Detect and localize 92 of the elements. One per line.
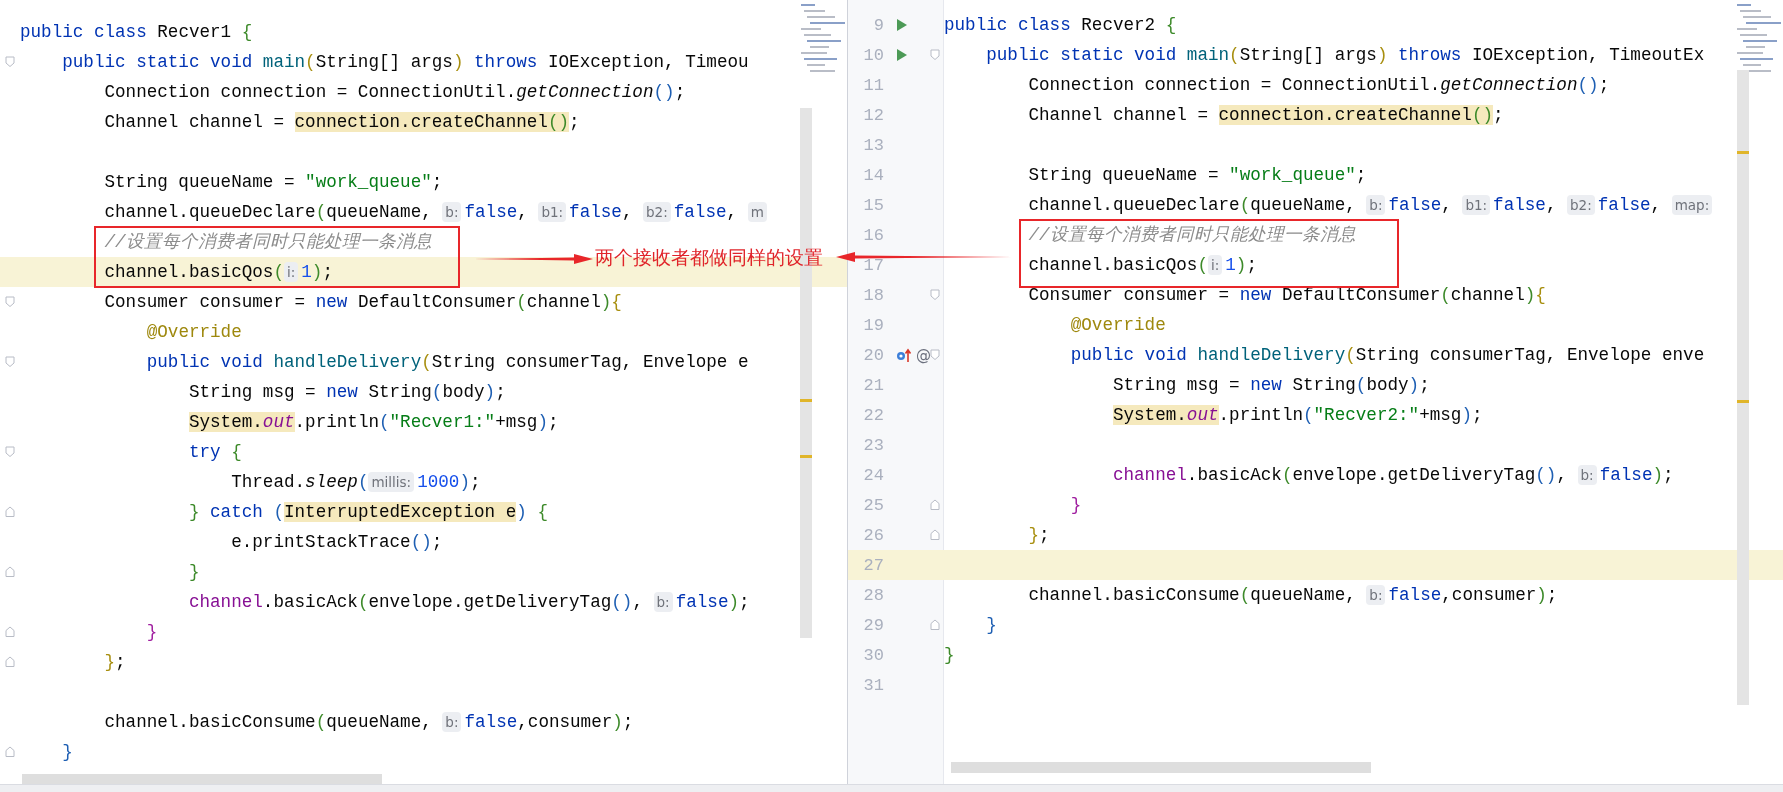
code-line: }; — [1027, 524, 1050, 547]
line-number: 25 — [862, 495, 884, 515]
scrollbar[interactable] — [1737, 70, 1749, 705]
code-line: channel.basicQos( i: 1); — [103, 261, 333, 284]
fold-icon[interactable] — [5, 746, 15, 758]
line-number: 23 — [862, 435, 884, 455]
line-number: 20 — [862, 345, 884, 365]
code-line: channel.basicQos( i: 1); — [1027, 254, 1257, 277]
fold-icon[interactable] — [930, 289, 940, 301]
fold-icon[interactable] — [930, 499, 940, 511]
fold-icon[interactable] — [5, 296, 15, 308]
code-line: }; — [103, 651, 126, 674]
line-number: 15 — [862, 195, 884, 215]
line-number: 31 — [862, 675, 884, 695]
code-line: channel.basicAck(envelope.getDeliveryTag(), b: false); — [1111, 464, 1674, 487]
code-line: Channel channel = connection.createChannel(); — [1027, 104, 1504, 127]
line-number: 21 — [862, 375, 884, 395]
code-line: public class Recver1 { — [20, 21, 253, 44]
fold-icon[interactable] — [930, 349, 940, 361]
code-line: } — [944, 644, 955, 667]
code-line: @Override — [145, 321, 242, 344]
code-line: } — [61, 741, 73, 764]
code-line: Consumer consumer = new DefaultConsumer(channel){ — [103, 291, 622, 314]
line-number: 27 — [862, 555, 884, 575]
run-icon[interactable] — [896, 18, 908, 32]
fold-icon[interactable] — [5, 56, 15, 68]
code-line: System.out.println("Recver2:"+msg); — [1111, 404, 1483, 427]
code-line: } — [1069, 494, 1082, 517]
run-icon[interactable] — [896, 48, 908, 62]
warning-stripe — [1737, 151, 1749, 154]
warning-stripe — [800, 399, 812, 402]
code-line: public static void main(String[] args) throws IOException, TimeoutEx — [985, 44, 1705, 67]
code-line: System.out.println("Recver1:"+msg); — [187, 411, 559, 434]
code-line: } — [187, 561, 200, 584]
code-line: Channel channel = connection.createChannel(); — [103, 111, 580, 134]
code-line: channel.basicConsume(queueName, b: false,consumer); — [103, 711, 634, 734]
code-line: channel.basicConsume(queueName, b: false,consumer); — [1027, 584, 1558, 607]
line-number: 11 — [862, 75, 884, 95]
line-number: 12 — [862, 105, 884, 125]
code-line: } — [985, 614, 997, 637]
override-icon[interactable] — [896, 347, 912, 363]
annotation-label: 两个接收者都做同样的设置 — [595, 245, 823, 270]
code-line: channel.basicAck(envelope.getDeliveryTag(), b: false); — [187, 591, 750, 614]
code-line: String queueName = "work_queue"; — [103, 171, 443, 194]
code-line: String msg = new String(body); — [1111, 374, 1430, 397]
fold-icon[interactable] — [5, 566, 15, 578]
code-line: try { — [187, 441, 242, 464]
code-line: channel.queueDeclare(queueName, b: false, b1: false, b2: false, map: — [944, 191, 1716, 219]
warning-stripe — [1737, 400, 1749, 403]
fold-icon[interactable] — [930, 529, 940, 541]
code-line: //设置每个消费者同时只能处理一条消息 — [103, 231, 432, 254]
code-line: String queueName = "work_queue"; — [1027, 164, 1367, 187]
fold-icon[interactable] — [5, 626, 15, 638]
line-number: 28 — [862, 585, 884, 605]
line-number: 22 — [862, 405, 884, 425]
line-number: 10 — [862, 45, 884, 65]
code-line: Connection connection = ConnectionUtil.getConnection(); — [1027, 74, 1610, 97]
line-number: 14 — [862, 165, 884, 185]
line-number: 29 — [862, 615, 884, 635]
warning-stripe — [800, 455, 812, 458]
code-line: public void handleDelivery(String consumerTag, Envelope e — [145, 351, 749, 374]
line-number: 18 — [862, 285, 884, 305]
code-line: Consumer consumer = new DefaultConsumer(channel){ — [1027, 284, 1546, 307]
scrollbar[interactable] — [951, 762, 1371, 773]
line-number: 17 — [862, 255, 884, 275]
line-number: 19 — [862, 315, 884, 335]
code-line: Thread.sleep( millis: 1000); — [230, 471, 481, 494]
line-number: 9 — [872, 15, 884, 35]
line-number: 13 — [862, 135, 884, 155]
code-line: //设置每个消费者同时只能处理一条消息 — [1027, 224, 1356, 247]
fold-icon[interactable] — [930, 49, 940, 61]
code-line: @Override — [1069, 314, 1166, 337]
line-number: 24 — [862, 465, 884, 485]
code-line: e.printStackTrace(); — [230, 531, 443, 554]
fold-icon[interactable] — [5, 446, 15, 458]
gutter-mark: @ — [916, 346, 931, 364]
line-number: 30 — [862, 645, 884, 665]
fold-icon[interactable] — [930, 619, 940, 631]
code-line: channel.queueDeclare(queueName, b: false, b1: false, b2: false, m — [20, 198, 770, 226]
fold-icon[interactable] — [5, 656, 15, 668]
code-line: public void handleDelivery(String consumerTag, Envelope enve — [1069, 344, 1705, 367]
fold-icon[interactable] — [5, 356, 15, 368]
line-number: 16 — [862, 225, 884, 245]
code-line: Connection connection = ConnectionUtil.getConnection(); — [103, 81, 686, 104]
line-number: 26 — [862, 525, 884, 545]
scrollbar[interactable] — [22, 774, 382, 785]
code-line: } catch (InterruptedException e) { — [187, 501, 548, 524]
code-line: String msg = new String(body); — [187, 381, 506, 404]
fold-icon[interactable] — [5, 506, 15, 518]
code-line: public static void main(String[] args) throws IOException, Timeou — [61, 51, 749, 74]
code-line: } — [145, 621, 158, 644]
code-line: public class Recver2 { — [944, 14, 1177, 37]
